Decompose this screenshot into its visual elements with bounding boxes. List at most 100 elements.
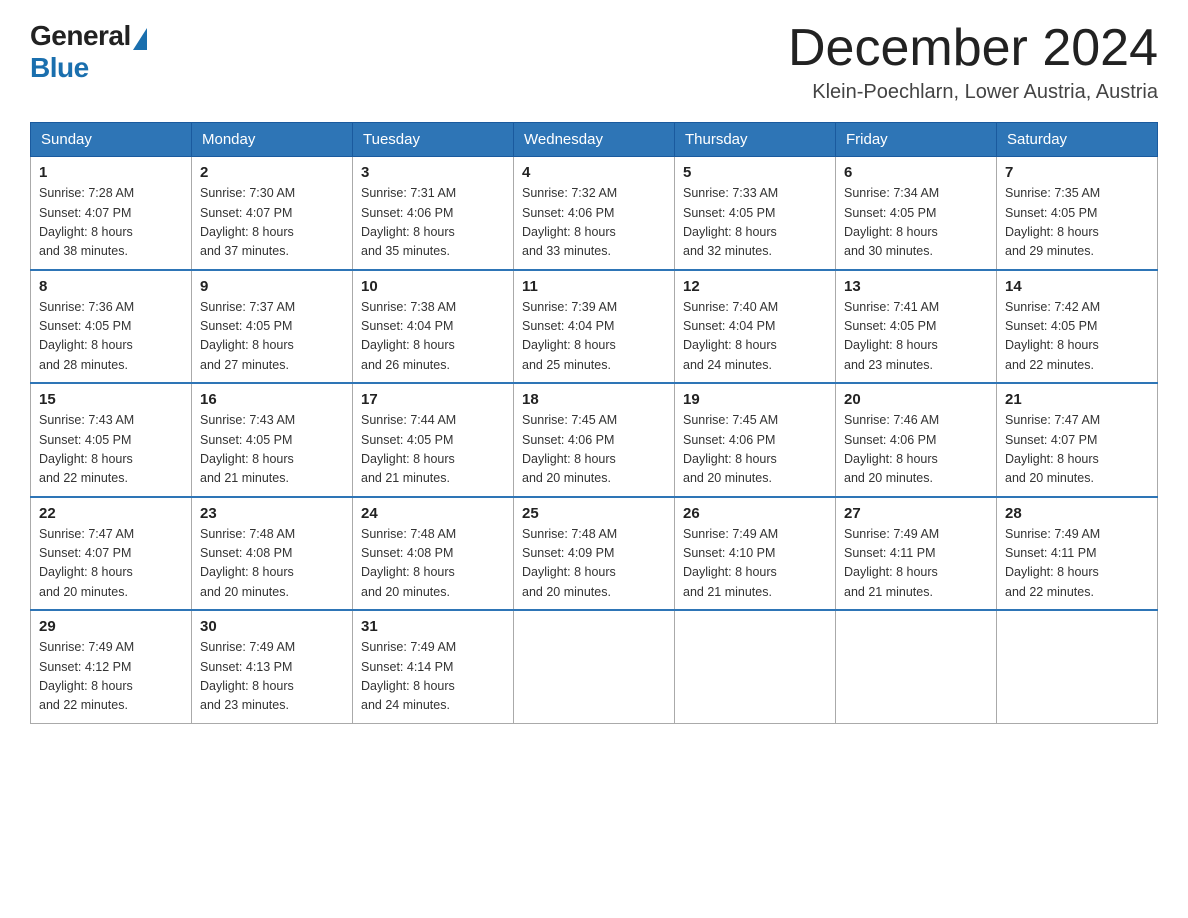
calendar-day-cell: 31 Sunrise: 7:49 AMSunset: 4:14 PMDaylig…	[353, 610, 514, 723]
day-number: 24	[361, 505, 505, 522]
weekday-header-sunday: Sunday	[31, 123, 192, 157]
day-number: 12	[683, 278, 827, 295]
day-number: 27	[844, 505, 988, 522]
calendar-day-cell: 12 Sunrise: 7:40 AMSunset: 4:04 PMDaylig…	[675, 270, 836, 384]
calendar-day-cell: 20 Sunrise: 7:46 AMSunset: 4:06 PMDaylig…	[836, 383, 997, 497]
day-info: Sunrise: 7:37 AMSunset: 4:05 PMDaylight:…	[200, 300, 295, 372]
day-number: 28	[1005, 505, 1149, 522]
day-number: 21	[1005, 391, 1149, 408]
day-info: Sunrise: 7:34 AMSunset: 4:05 PMDaylight:…	[844, 186, 939, 258]
empty-cell	[514, 610, 675, 723]
calendar-day-cell: 21 Sunrise: 7:47 AMSunset: 4:07 PMDaylig…	[997, 383, 1158, 497]
day-number: 18	[522, 391, 666, 408]
calendar-day-cell: 30 Sunrise: 7:49 AMSunset: 4:13 PMDaylig…	[192, 610, 353, 723]
calendar-day-cell: 4 Sunrise: 7:32 AMSunset: 4:06 PMDayligh…	[514, 157, 675, 270]
day-info: Sunrise: 7:43 AMSunset: 4:05 PMDaylight:…	[200, 413, 295, 485]
day-info: Sunrise: 7:48 AMSunset: 4:08 PMDaylight:…	[200, 527, 295, 599]
day-number: 17	[361, 391, 505, 408]
day-number: 4	[522, 164, 666, 181]
calendar-day-cell: 10 Sunrise: 7:38 AMSunset: 4:04 PMDaylig…	[353, 270, 514, 384]
calendar-day-cell: 2 Sunrise: 7:30 AMSunset: 4:07 PMDayligh…	[192, 157, 353, 270]
empty-cell	[997, 610, 1158, 723]
day-info: Sunrise: 7:45 AMSunset: 4:06 PMDaylight:…	[683, 413, 778, 485]
calendar-day-cell: 24 Sunrise: 7:48 AMSunset: 4:08 PMDaylig…	[353, 497, 514, 611]
calendar-day-cell: 18 Sunrise: 7:45 AMSunset: 4:06 PMDaylig…	[514, 383, 675, 497]
title-area: December 2024 Klein-Poechlarn, Lower Aus…	[788, 20, 1158, 104]
day-info: Sunrise: 7:42 AMSunset: 4:05 PMDaylight:…	[1005, 300, 1100, 372]
day-number: 20	[844, 391, 988, 408]
day-number: 15	[39, 391, 183, 408]
calendar-week-row: 8 Sunrise: 7:36 AMSunset: 4:05 PMDayligh…	[31, 270, 1158, 384]
day-info: Sunrise: 7:44 AMSunset: 4:05 PMDaylight:…	[361, 413, 456, 485]
calendar-day-cell: 15 Sunrise: 7:43 AMSunset: 4:05 PMDaylig…	[31, 383, 192, 497]
weekday-header-monday: Monday	[192, 123, 353, 157]
page-title: December 2024	[788, 20, 1158, 77]
calendar-day-cell: 8 Sunrise: 7:36 AMSunset: 4:05 PMDayligh…	[31, 270, 192, 384]
day-number: 2	[200, 164, 344, 181]
logo-triangle-icon	[133, 28, 147, 50]
day-number: 5	[683, 164, 827, 181]
calendar-day-cell: 27 Sunrise: 7:49 AMSunset: 4:11 PMDaylig…	[836, 497, 997, 611]
day-number: 10	[361, 278, 505, 295]
calendar-day-cell: 22 Sunrise: 7:47 AMSunset: 4:07 PMDaylig…	[31, 497, 192, 611]
weekday-header-tuesday: Tuesday	[353, 123, 514, 157]
day-number: 26	[683, 505, 827, 522]
day-info: Sunrise: 7:49 AMSunset: 4:11 PMDaylight:…	[1005, 527, 1100, 599]
subtitle: Klein-Poechlarn, Lower Austria, Austria	[788, 81, 1158, 104]
day-info: Sunrise: 7:45 AMSunset: 4:06 PMDaylight:…	[522, 413, 617, 485]
day-number: 31	[361, 618, 505, 635]
day-number: 1	[39, 164, 183, 181]
day-number: 29	[39, 618, 183, 635]
calendar-day-cell: 5 Sunrise: 7:33 AMSunset: 4:05 PMDayligh…	[675, 157, 836, 270]
calendar-week-row: 15 Sunrise: 7:43 AMSunset: 4:05 PMDaylig…	[31, 383, 1158, 497]
day-info: Sunrise: 7:30 AMSunset: 4:07 PMDaylight:…	[200, 186, 295, 258]
calendar-day-cell: 26 Sunrise: 7:49 AMSunset: 4:10 PMDaylig…	[675, 497, 836, 611]
calendar-week-row: 1 Sunrise: 7:28 AMSunset: 4:07 PMDayligh…	[31, 157, 1158, 270]
calendar-day-cell: 25 Sunrise: 7:48 AMSunset: 4:09 PMDaylig…	[514, 497, 675, 611]
empty-cell	[675, 610, 836, 723]
day-number: 19	[683, 391, 827, 408]
empty-cell	[836, 610, 997, 723]
day-info: Sunrise: 7:33 AMSunset: 4:05 PMDaylight:…	[683, 186, 778, 258]
calendar-day-cell: 7 Sunrise: 7:35 AMSunset: 4:05 PMDayligh…	[997, 157, 1158, 270]
page-header: General Blue December 2024 Klein-Poechla…	[30, 20, 1158, 104]
logo-general: General	[30, 20, 131, 52]
calendar-header-row: SundayMondayTuesdayWednesdayThursdayFrid…	[31, 123, 1158, 157]
day-info: Sunrise: 7:49 AMSunset: 4:12 PMDaylight:…	[39, 640, 134, 712]
day-number: 9	[200, 278, 344, 295]
calendar-week-row: 22 Sunrise: 7:47 AMSunset: 4:07 PMDaylig…	[31, 497, 1158, 611]
day-info: Sunrise: 7:41 AMSunset: 4:05 PMDaylight:…	[844, 300, 939, 372]
day-number: 16	[200, 391, 344, 408]
day-number: 3	[361, 164, 505, 181]
day-info: Sunrise: 7:46 AMSunset: 4:06 PMDaylight:…	[844, 413, 939, 485]
day-info: Sunrise: 7:38 AMSunset: 4:04 PMDaylight:…	[361, 300, 456, 372]
day-info: Sunrise: 7:49 AMSunset: 4:14 PMDaylight:…	[361, 640, 456, 712]
calendar-day-cell: 28 Sunrise: 7:49 AMSunset: 4:11 PMDaylig…	[997, 497, 1158, 611]
day-number: 7	[1005, 164, 1149, 181]
calendar-day-cell: 13 Sunrise: 7:41 AMSunset: 4:05 PMDaylig…	[836, 270, 997, 384]
day-info: Sunrise: 7:31 AMSunset: 4:06 PMDaylight:…	[361, 186, 456, 258]
day-info: Sunrise: 7:32 AMSunset: 4:06 PMDaylight:…	[522, 186, 617, 258]
day-info: Sunrise: 7:49 AMSunset: 4:10 PMDaylight:…	[683, 527, 778, 599]
day-info: Sunrise: 7:28 AMSunset: 4:07 PMDaylight:…	[39, 186, 134, 258]
calendar-day-cell: 3 Sunrise: 7:31 AMSunset: 4:06 PMDayligh…	[353, 157, 514, 270]
calendar-day-cell: 29 Sunrise: 7:49 AMSunset: 4:12 PMDaylig…	[31, 610, 192, 723]
calendar-week-row: 29 Sunrise: 7:49 AMSunset: 4:12 PMDaylig…	[31, 610, 1158, 723]
calendar-day-cell: 9 Sunrise: 7:37 AMSunset: 4:05 PMDayligh…	[192, 270, 353, 384]
logo: General Blue	[30, 20, 147, 84]
calendar-day-cell: 17 Sunrise: 7:44 AMSunset: 4:05 PMDaylig…	[353, 383, 514, 497]
day-number: 23	[200, 505, 344, 522]
calendar-day-cell: 23 Sunrise: 7:48 AMSunset: 4:08 PMDaylig…	[192, 497, 353, 611]
weekday-header-friday: Friday	[836, 123, 997, 157]
day-info: Sunrise: 7:35 AMSunset: 4:05 PMDaylight:…	[1005, 186, 1100, 258]
calendar-day-cell: 14 Sunrise: 7:42 AMSunset: 4:05 PMDaylig…	[997, 270, 1158, 384]
logo-blue: Blue	[30, 52, 89, 84]
day-info: Sunrise: 7:49 AMSunset: 4:11 PMDaylight:…	[844, 527, 939, 599]
day-info: Sunrise: 7:43 AMSunset: 4:05 PMDaylight:…	[39, 413, 134, 485]
day-number: 11	[522, 278, 666, 295]
calendar-day-cell: 6 Sunrise: 7:34 AMSunset: 4:05 PMDayligh…	[836, 157, 997, 270]
day-info: Sunrise: 7:47 AMSunset: 4:07 PMDaylight:…	[39, 527, 134, 599]
day-number: 22	[39, 505, 183, 522]
day-info: Sunrise: 7:48 AMSunset: 4:08 PMDaylight:…	[361, 527, 456, 599]
day-number: 6	[844, 164, 988, 181]
